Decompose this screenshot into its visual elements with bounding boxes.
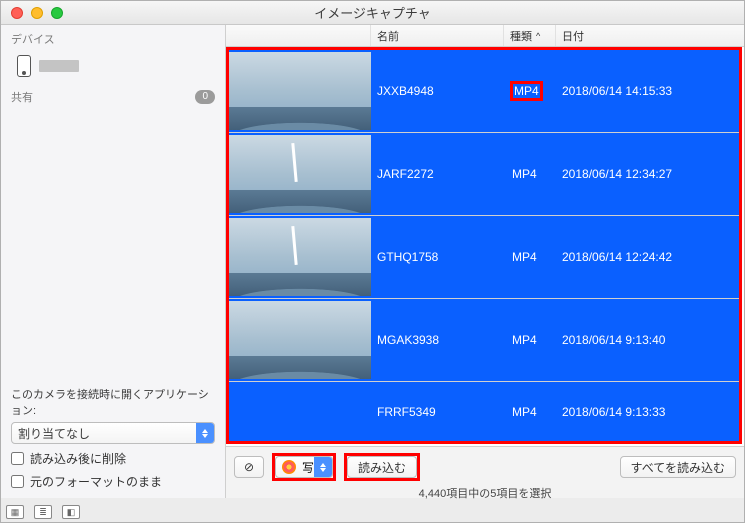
row-name: MGAK3938: [373, 333, 506, 347]
row-date: 2018/06/14 14:15:33: [558, 84, 739, 98]
chk-delete-label: 読み込み後に削除: [30, 450, 126, 467]
table-row[interactable]: GTHQ1758 MP4 2018/06/14 12:24:42: [229, 216, 739, 299]
openapp-select[interactable]: 割り当てなし: [11, 422, 215, 444]
share-header: 共有: [11, 89, 33, 105]
view-switcher: ▦ ≣ ◧: [6, 505, 80, 519]
prohibit-icon: ⊘: [244, 460, 254, 474]
share-header-row: 共有 0: [1, 83, 225, 109]
updown-icon: [314, 457, 332, 477]
thumbnail: [229, 52, 371, 130]
destination-select[interactable]: 写真: [275, 456, 333, 478]
dest-highlight: 写真: [272, 453, 336, 481]
openapp-label: このカメラを接続時に開くアプリケーション:: [11, 386, 215, 418]
toolbar: ⊘ 写真 読み込む すべてを読み込む 4,440項目中の5項目を選択: [226, 446, 744, 498]
file-list: JXXB4948 MP4 2018/06/14 14:15:33 JARF227…: [226, 47, 742, 444]
row-name: GTHQ1758: [373, 250, 506, 264]
sidebar-bottom: このカメラを接続時に開くアプリケーション: 割り当てなし 読み込み後に削除 元の…: [1, 380, 225, 498]
row-name: JARF2272: [373, 167, 506, 181]
updown-icon: [196, 423, 214, 443]
photos-app-icon: [282, 460, 296, 474]
row-kind: MP4: [506, 333, 558, 347]
thumbnail: [229, 135, 371, 213]
window-title: イメージキャプチャ: [1, 3, 744, 22]
devices-header: デバイス: [1, 25, 225, 51]
import-button[interactable]: 読み込む: [347, 456, 417, 478]
thumbnail: [229, 301, 371, 379]
sidebar: デバイス 共有 0 このカメラを接続時に開くアプリケーション: 割り当てなし 読…: [1, 25, 226, 498]
row-name: FRRF5349: [373, 405, 506, 419]
row-date: 2018/06/14 12:24:42: [558, 250, 739, 264]
col-kind[interactable]: 種類^: [504, 25, 556, 46]
table-row[interactable]: MGAK3938 MP4 2018/06/14 9:13:40: [229, 299, 739, 382]
titlebar: イメージキャプチャ: [1, 1, 744, 25]
sidebar-toggle-button[interactable]: ◧: [62, 505, 80, 519]
column-header: 名前 種類^ 日付: [226, 25, 744, 47]
row-name: JXXB4948: [373, 84, 506, 98]
delete-after-import-checkbox[interactable]: 読み込み後に削除: [11, 450, 215, 467]
col-name[interactable]: 名前: [371, 25, 504, 46]
keep-format-checkbox[interactable]: 元のフォーマットのまま: [11, 473, 215, 490]
openapp-value: 割り当てなし: [18, 425, 90, 442]
sort-caret-icon: ^: [536, 31, 540, 41]
content: 名前 種類^ 日付 JXXB4948 MP4 2018/06/14 14:15:…: [226, 25, 744, 498]
table-row[interactable]: JARF2272 MP4 2018/06/14 12:34:27: [229, 133, 739, 216]
table-row[interactable]: JXXB4948 MP4 2018/06/14 14:15:33: [229, 50, 739, 133]
col-date[interactable]: 日付: [556, 25, 744, 46]
checkbox-icon[interactable]: [11, 475, 24, 488]
row-kind: MP4: [506, 250, 558, 264]
row-kind: MP4: [506, 167, 558, 181]
device-item[interactable]: [1, 51, 225, 83]
thumbnail: [229, 218, 371, 296]
chk-keepfmt-label: 元のフォーマットのまま: [30, 473, 162, 490]
row-kind: MP4: [506, 81, 558, 101]
grid-view-button[interactable]: ▦: [6, 505, 24, 519]
prohibit-button[interactable]: ⊘: [234, 456, 264, 478]
table-row[interactable]: FRRF5349 MP4 2018/06/14 9:13:33: [229, 382, 739, 442]
import-highlight: 読み込む: [344, 453, 420, 481]
share-count-badge: 0: [195, 90, 215, 104]
import-all-button[interactable]: すべてを読み込む: [620, 456, 736, 478]
checkbox-icon[interactable]: [11, 452, 24, 465]
row-date: 2018/06/14 9:13:33: [558, 405, 739, 419]
col-thumb[interactable]: [226, 25, 371, 46]
status-text: 4,440項目中の5項目を選択: [226, 485, 744, 501]
device-label: [39, 60, 79, 72]
row-kind: MP4: [506, 405, 558, 419]
row-date: 2018/06/14 9:13:40: [558, 333, 739, 347]
phone-icon: [17, 55, 31, 77]
row-date: 2018/06/14 12:34:27: [558, 167, 739, 181]
list-view-button[interactable]: ≣: [34, 505, 52, 519]
